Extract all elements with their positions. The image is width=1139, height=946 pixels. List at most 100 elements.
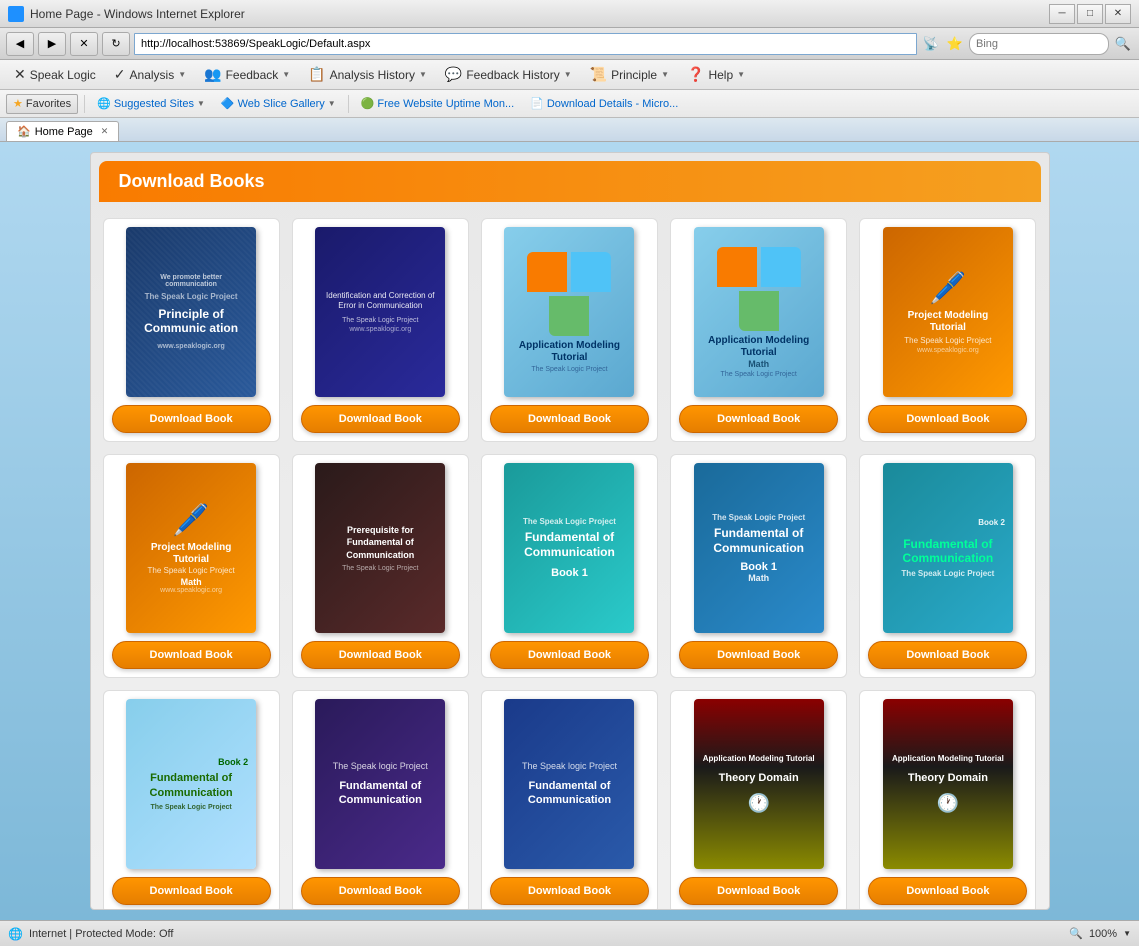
- book9-header: The Speak Logic Project: [712, 513, 805, 522]
- download-btn-10[interactable]: Download Book: [868, 641, 1027, 669]
- nav-feedback-history[interactable]: 💬 Feedback History ▼: [437, 63, 580, 87]
- download-btn-2[interactable]: Download Book: [301, 405, 460, 433]
- book-cover-1: We promote better communication The Spea…: [126, 227, 256, 397]
- puzzle-blue: [571, 252, 611, 292]
- book7-project: The Speak Logic Project: [342, 565, 418, 572]
- nav-help[interactable]: ❓ Help ▼: [679, 63, 753, 87]
- suggested-sites-link[interactable]: 🌐 Suggested Sites ▼: [91, 94, 211, 114]
- book1-url: www.speaklogic.org: [157, 343, 224, 350]
- webslice-icon: 🔷: [221, 97, 235, 110]
- home-tab-icon: 🏠: [17, 125, 31, 138]
- web-slice-link[interactable]: 🔷 Web Slice Gallery ▼: [215, 94, 342, 114]
- books-grid: We promote better communication The Spea…: [91, 210, 1049, 910]
- download-details-label: Download Details - Micro...: [547, 98, 678, 110]
- book8-title: Fundamental of Communication: [512, 530, 626, 559]
- book1-title: Principle of Communic ation: [134, 307, 248, 336]
- book-card-9: The Speak Logic Project Fundamental of C…: [670, 454, 847, 678]
- book14-title: Theory Domain: [719, 771, 799, 785]
- book4-title: Application Modeling Tutorial: [698, 335, 820, 359]
- feedback-icon: 👥: [204, 66, 221, 83]
- download-btn-4[interactable]: Download Book: [679, 405, 838, 433]
- address-bar: ◀ ▶ ✕ ↻ 📡 ⭐ 🔍: [0, 28, 1139, 60]
- book-card-8: The Speak Logic Project Fundamental of C…: [481, 454, 658, 678]
- download-details-icon: 📄: [530, 97, 544, 110]
- download-btn-3[interactable]: Download Book: [490, 405, 649, 433]
- suggested-arrow: ▼: [197, 99, 205, 108]
- address-input[interactable]: [134, 33, 917, 55]
- download-btn-15[interactable]: Download Book: [868, 877, 1027, 905]
- page-container: Download Books We promote better communi…: [90, 152, 1050, 910]
- book-card-2: Identification and Correction of Error i…: [292, 218, 469, 442]
- book-card-1: We promote better communication The Spea…: [103, 218, 280, 442]
- favorites-icon[interactable]: ⭐: [945, 34, 965, 54]
- download-btn-7[interactable]: Download Book: [301, 641, 460, 669]
- status-bar: 🌐 Internet | Protected Mode: Off 🔍 100% …: [0, 920, 1139, 946]
- zoom-arrow[interactable]: ▼: [1123, 929, 1131, 938]
- book5-title: Project Modeling Tutorial: [891, 310, 1005, 334]
- suggested-icon: 🌐: [97, 97, 111, 110]
- rss-icon[interactable]: 📡: [921, 34, 941, 54]
- book-card-15: Application Modeling Tutorial Theory Dom…: [859, 690, 1036, 910]
- speak-logic-icon: ✕: [14, 66, 26, 83]
- nav-feedback-history-label: Feedback History: [466, 68, 559, 82]
- home-tab-label: Home Page: [35, 126, 93, 138]
- puzzle4-orange: [717, 247, 757, 287]
- download-btn-1[interactable]: Download Book: [112, 405, 271, 433]
- book6-icon: 🖊️: [172, 503, 209, 538]
- download-btn-13[interactable]: Download Book: [490, 877, 649, 905]
- puzzle4-blue: [761, 247, 801, 287]
- status-right: 🔍 100% ▼: [1069, 927, 1131, 940]
- book6-url: www.speaklogic.org: [160, 587, 222, 594]
- minimize-button[interactable]: ─: [1049, 4, 1075, 24]
- principle-arrow: ▼: [661, 70, 669, 79]
- book-cover-11: Book 2 Fundamental of Communication The …: [126, 699, 256, 869]
- maximize-button[interactable]: □: [1077, 4, 1103, 24]
- book14-clock: 🕐: [747, 793, 769, 814]
- nav-analysis-history[interactable]: 📋 Analysis History ▼: [300, 63, 435, 87]
- analysis-history-arrow: ▼: [419, 70, 427, 79]
- download-btn-9[interactable]: Download Book: [679, 641, 838, 669]
- help-icon: ❓: [687, 66, 704, 83]
- uptime-link[interactable]: 🟢 Free Website Uptime Mon...: [355, 94, 520, 114]
- book-cover-3: Application Modeling Tutorial The Speak …: [504, 227, 634, 397]
- nav-speak-logic[interactable]: ✕ Speak Logic: [6, 63, 104, 87]
- book10-title: Fundamental of Communication: [891, 537, 1005, 566]
- refresh-button[interactable]: ↻: [102, 32, 130, 56]
- download-btn-14[interactable]: Download Book: [679, 877, 838, 905]
- book-cover-9: The Speak Logic Project Fundamental of C…: [694, 463, 824, 633]
- search-input[interactable]: [969, 33, 1109, 55]
- window-controls[interactable]: ─ □ ✕: [1049, 4, 1131, 24]
- webslice-arrow: ▼: [328, 99, 336, 108]
- favorites-label: Favorites: [26, 98, 71, 110]
- book4-project: The Speak Logic Project: [721, 371, 797, 378]
- download-btn-8[interactable]: Download Book: [490, 641, 649, 669]
- home-tab[interactable]: 🏠 Home Page ✕: [6, 121, 119, 141]
- status-zone: Internet | Protected Mode: Off: [29, 928, 174, 940]
- download-btn-5[interactable]: Download Book: [868, 405, 1027, 433]
- nav-feedback[interactable]: 👥 Feedback ▼: [196, 63, 298, 87]
- analysis-arrow: ▼: [178, 70, 186, 79]
- download-btn-11[interactable]: Download Book: [112, 877, 271, 905]
- download-btn-6[interactable]: Download Book: [112, 641, 271, 669]
- nav-feedback-label: Feedback: [226, 68, 279, 82]
- book4-math: Math: [748, 359, 769, 369]
- book-card-14: Application Modeling Tutorial Theory Dom…: [670, 690, 847, 910]
- search-button[interactable]: 🔍: [1113, 34, 1133, 54]
- close-button[interactable]: ✕: [1105, 4, 1131, 24]
- favorites-button[interactable]: ★ Favorites: [6, 94, 78, 114]
- download-btn-12[interactable]: Download Book: [301, 877, 460, 905]
- uptime-label: Free Website Uptime Mon...: [377, 98, 514, 110]
- status-icon: 🌐: [8, 927, 23, 941]
- nav-principle[interactable]: 📜 Principle ▼: [582, 63, 677, 87]
- back-button[interactable]: ◀: [6, 32, 34, 56]
- download-link[interactable]: 📄 Download Details - Micro...: [524, 94, 684, 114]
- book-cover-14: Application Modeling Tutorial Theory Dom…: [694, 699, 824, 869]
- book1-tagline: We promote better communication: [134, 274, 248, 288]
- book-card-3: Application Modeling Tutorial The Speak …: [481, 218, 658, 442]
- forward-button[interactable]: ▶: [38, 32, 66, 56]
- stop-button[interactable]: ✕: [70, 32, 98, 56]
- tab-close-icon[interactable]: ✕: [101, 126, 109, 137]
- nav-analysis[interactable]: ✓ Analysis ▼: [106, 63, 194, 87]
- book6-project: The Speak Logic Project: [148, 566, 235, 575]
- nav-speak-logic-label: Speak Logic: [30, 68, 96, 82]
